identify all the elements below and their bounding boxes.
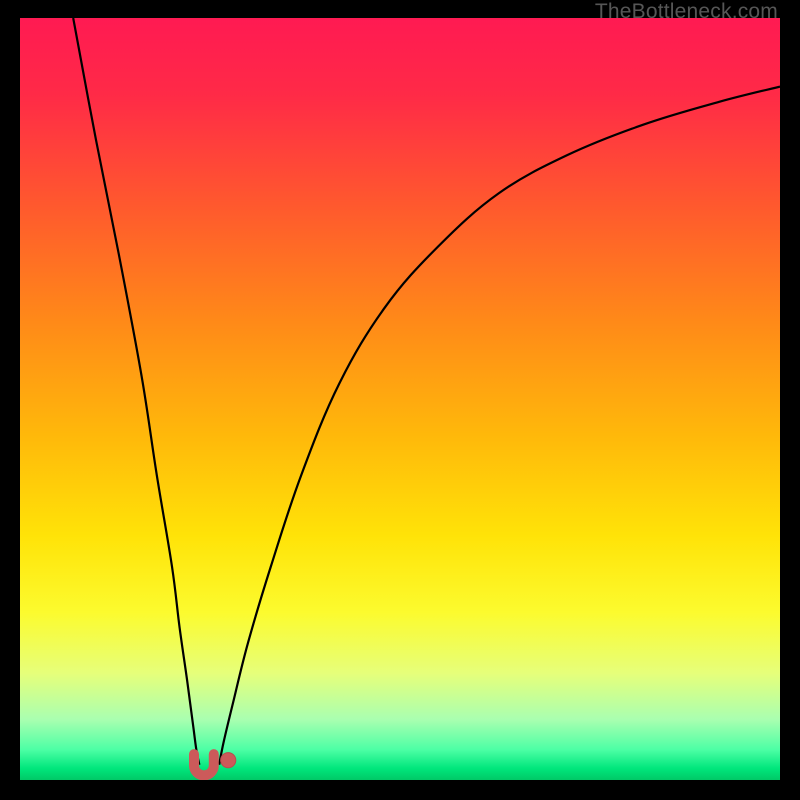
watermark-text: TheBottleneck.com (595, 0, 778, 24)
plot-area (20, 18, 780, 780)
chart-svg (20, 18, 780, 780)
gradient-background (20, 18, 780, 780)
outer-frame: TheBottleneck.com (0, 0, 800, 800)
valley-dot-marker (221, 753, 236, 768)
